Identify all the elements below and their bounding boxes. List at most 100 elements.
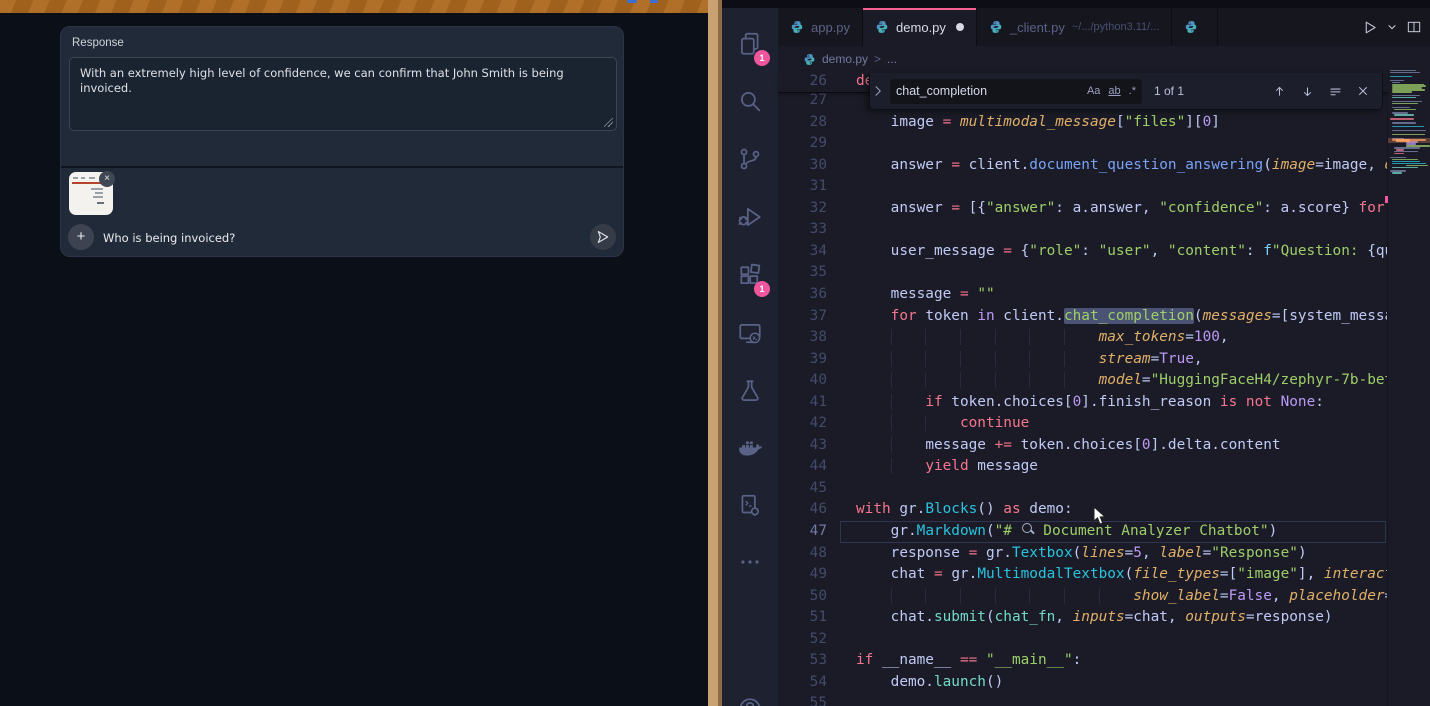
activity-item-search[interactable] — [722, 77, 778, 125]
minimap-row — [1390, 118, 1414, 119]
tab-demo.py[interactable]: demo.py — [863, 8, 977, 46]
line-number: 44 — [778, 456, 856, 478]
toggle-replace-chevron-icon[interactable] — [870, 73, 886, 109]
run-python-file-button[interactable] — [1360, 17, 1380, 37]
match-case-toggle[interactable]: Aa — [1087, 85, 1100, 97]
find-previous-button[interactable] — [1270, 82, 1288, 100]
close-find-button[interactable] — [1354, 82, 1372, 100]
code-line-33: 33 — [778, 219, 1386, 241]
activity-item-explorer[interactable]: 1 — [722, 20, 778, 68]
split-editor-button[interactable] — [1404, 17, 1424, 37]
line-number: 50 — [778, 586, 856, 608]
tab-_client.py[interactable]: _client.py~/.../python3.11/... — [977, 8, 1172, 46]
breadcrumb-file[interactable]: demo.py — [822, 52, 868, 66]
activity-item-account[interactable] — [722, 685, 778, 706]
tab-partial[interactable] — [1172, 8, 1218, 46]
titlebar-icon — [627, 0, 637, 3]
line-number: 37 — [778, 306, 856, 328]
minimap[interactable] — [1387, 70, 1430, 706]
activity-item-docker[interactable] — [722, 424, 778, 472]
python-icon — [803, 53, 816, 66]
minimap-row — [1392, 161, 1420, 162]
code-line-36: 36 message = "" — [778, 284, 1386, 306]
code-line-37: 37 for token in client.chat_completion(m… — [778, 306, 1386, 328]
code-line-43: 43 message += token.choices[0].delta.con… — [778, 435, 1386, 457]
breadcrumb: demo.py > ... — [778, 46, 1430, 72]
find-in-selection-button[interactable] — [1326, 82, 1344, 100]
editor-actions — [1354, 8, 1430, 46]
activity-item-testing[interactable] — [722, 367, 778, 415]
activity-item-file-gear[interactable] — [722, 482, 778, 530]
resize-handle-icon[interactable] — [604, 118, 613, 127]
line-number: 29 — [778, 133, 856, 155]
minimap-row — [1392, 172, 1402, 173]
minimap-row — [1394, 114, 1414, 115]
activity-item-extensions[interactable]: 1 — [722, 251, 778, 299]
find-next-button[interactable] — [1298, 82, 1316, 100]
vscode-window: 11 app.pydemo.py_client.py~/.../python3.… — [722, 0, 1430, 706]
regex-toggle[interactable]: .* — [1129, 85, 1136, 97]
run-debug-icon — [737, 204, 763, 230]
gradio-form-panel: Response With an extremely high level of… — [60, 26, 624, 257]
chat-message-input[interactable]: Who is being invoiced? — [103, 231, 235, 245]
activity-bar: 11 — [722, 8, 778, 706]
minimap-row — [1392, 130, 1426, 131]
code-line-30: 30 answer = client.document_question_ans… — [778, 155, 1386, 177]
run-dropdown-chevron-icon[interactable] — [1386, 17, 1398, 37]
line-number: 54 — [778, 672, 856, 694]
file-gear-icon — [737, 493, 763, 519]
minimap-row — [1392, 167, 1418, 168]
badge: 1 — [754, 50, 770, 66]
code-line-42: 42 continue — [778, 413, 1386, 435]
modified-dot-icon — [956, 23, 964, 31]
code-editor[interactable]: 2728 image = multimodal_message["files"]… — [778, 72, 1388, 706]
response-textarea[interactable]: With an extremely high level of confiden… — [69, 57, 617, 131]
line-number: 53 — [778, 650, 856, 672]
line-number: 35 — [778, 262, 856, 284]
minimap-row — [1392, 103, 1418, 104]
line-number: 41 — [778, 392, 856, 414]
find-widget: chat_completion Aa ab .* 1 of 1 — [869, 73, 1383, 110]
line-number: 34 — [778, 241, 856, 263]
code-line-51: 51 chat.submit(chat_fn, inputs=chat, out… — [778, 607, 1386, 629]
line-number: 52 — [778, 629, 856, 651]
python-icon — [1184, 20, 1198, 34]
remove-attachment-button[interactable]: × — [99, 171, 115, 187]
tab-label: app.py — [811, 20, 850, 35]
response-text: With an extremely high level of confiden… — [80, 66, 564, 95]
whole-word-toggle[interactable]: ab — [1108, 85, 1120, 97]
activity-item-run-debug[interactable] — [722, 193, 778, 241]
chat-input-row: + Who is being invoiced? — [61, 218, 623, 256]
line-number: 49 — [778, 564, 856, 586]
minimap-row — [1390, 80, 1404, 81]
badge: 1 — [754, 281, 770, 297]
find-input[interactable]: chat_completion Aa ab .* — [890, 79, 1142, 104]
code-line-35: 35 — [778, 262, 1386, 284]
line-number: 30 — [778, 155, 856, 177]
gradio-app-window: Response With an extremely high level of… — [0, 0, 708, 706]
search-icon — [737, 88, 763, 114]
docker-icon — [737, 435, 763, 461]
testing-icon — [737, 378, 763, 404]
tab-description: ~/.../python3.11/... — [1072, 21, 1160, 33]
tab-app.py[interactable]: app.py — [778, 8, 863, 46]
minimap-find-match — [1396, 139, 1410, 142]
send-button[interactable] — [590, 224, 616, 250]
minimap-row — [1390, 76, 1412, 77]
activity-item-source-control[interactable] — [722, 135, 778, 183]
minimap-row — [1392, 82, 1400, 83]
activity-item-remote-explorer[interactable] — [722, 309, 778, 357]
vscode-top-strip — [722, 0, 1430, 8]
breadcrumb-rest[interactable]: ... — [887, 52, 897, 66]
chat-input-section: × + Who is being invoiced? — [61, 168, 623, 256]
activity-item-more[interactable] — [722, 538, 778, 586]
code-line-32: 32 answer = [{"answer": a.answer, "confi… — [778, 198, 1386, 220]
minimap-row — [1392, 126, 1424, 127]
code-line-45: 45 — [778, 478, 1386, 500]
line-number: 40 — [778, 370, 856, 392]
python-icon — [875, 20, 889, 34]
code-line-52: 52 — [778, 629, 1386, 651]
add-file-button[interactable]: + — [68, 224, 94, 250]
minimap-row — [1392, 159, 1418, 160]
minimap-row — [1390, 72, 1420, 73]
